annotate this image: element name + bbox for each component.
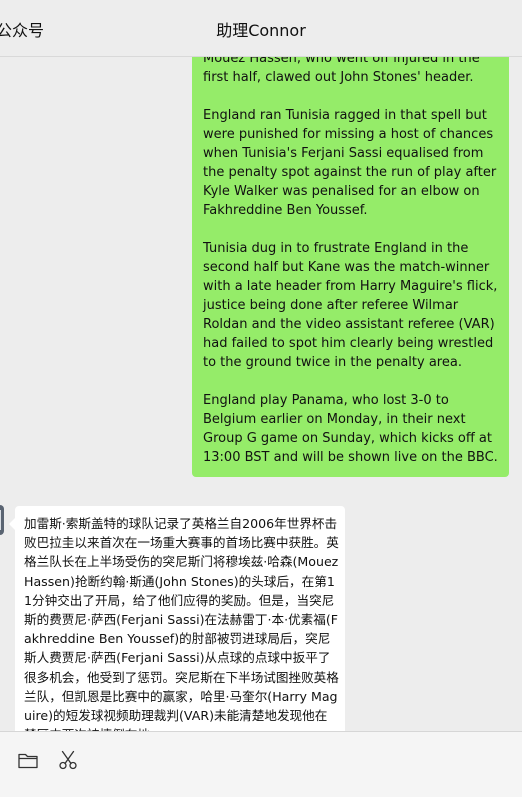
message-paragraph: England ran Tunisia ragged in that spell… <box>203 108 497 218</box>
scissors-icon[interactable] <box>57 749 79 771</box>
message-paragraph: Mouez Hassen, who went off injured in th… <box>203 57 480 85</box>
message-paragraph: Tunisia dug in to frustrate England in t… <box>203 241 498 370</box>
incoming-message-bubble[interactable]: 加雷斯·索斯盖特的球队记录了英格兰自2006年世界杯击败巴拉圭以来首次在一场重大… <box>9 506 345 731</box>
message-paragraph: 加雷斯·索斯盖特的球队记录了英格兰自2006年世界杯击败巴拉圭以来首次在一场重大… <box>24 516 339 731</box>
folder-icon[interactable] <box>17 749 39 771</box>
outgoing-message-bubble[interactable]: Mouez Hassen, who went off injured in th… <box>192 57 509 477</box>
input-toolbar <box>0 731 522 797</box>
chat-title: 助理Connor <box>216 21 306 40</box>
message-paragraph: England play Panama, who lost 3-0 to Bel… <box>203 393 498 465</box>
sender-avatar[interactable] <box>0 505 4 535</box>
message-list[interactable]: Mouez Hassen, who went off injured in th… <box>0 57 522 731</box>
chat-header: 公众号 助理Connor <box>0 0 522 57</box>
